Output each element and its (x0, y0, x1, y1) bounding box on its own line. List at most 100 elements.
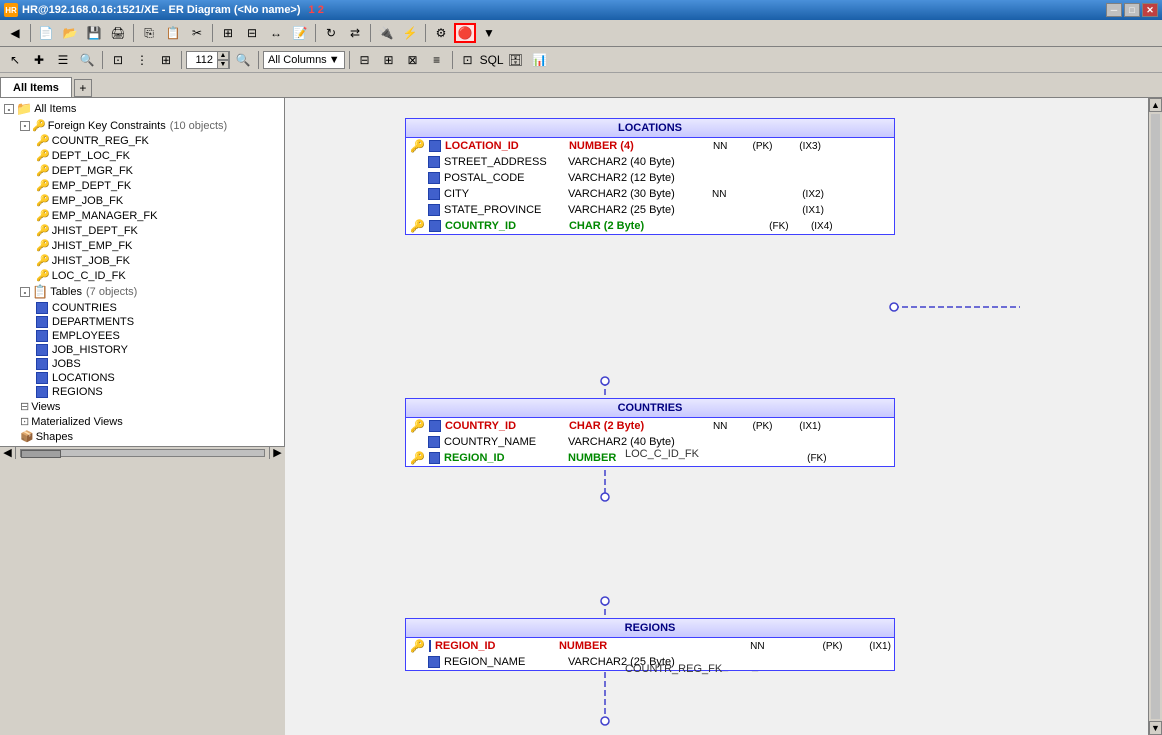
tab-all-items[interactable]: All Items (0, 77, 72, 97)
zoom-value: 112 (187, 54, 217, 66)
fk-item-jhist_dept_fk[interactable]: 🔑 JHIST_DEPT_FK (36, 223, 280, 238)
zoom-search-btn[interactable]: 🔍 (232, 50, 254, 70)
active-btn[interactable]: 🔴 (454, 23, 476, 43)
zoom-down[interactable]: ▼ (217, 60, 229, 69)
table-item-jobs[interactable]: JOBS (36, 357, 280, 371)
scroll-right[interactable]: ▶ (269, 447, 285, 459)
table-item-employees[interactable]: EMPLOYEES (36, 329, 280, 343)
content-area[interactable]: LOC_C_ID_FK COUNTR_REG_FK LOCATIONS 🔑 LO… (285, 98, 1162, 735)
scroll-thumb[interactable] (21, 450, 61, 458)
add-note-btn[interactable]: 📝 (289, 23, 311, 43)
connect-btn[interactable]: 🔌 (375, 23, 397, 43)
db-btn[interactable]: 🗄 (505, 50, 527, 70)
views-label: Views (31, 401, 60, 413)
table-locations[interactable]: LOCATIONS 🔑 LOCATION_ID NUMBER (4) NN (P… (405, 118, 895, 235)
scroll-down-btn[interactable]: ▼ (1149, 721, 1162, 735)
disconnect-btn[interactable]: ⚡ (399, 23, 421, 43)
cut-btn[interactable]: ✂ (186, 23, 208, 43)
minimize-button[interactable]: ─ (1106, 3, 1122, 17)
back-btn[interactable]: ◀ (4, 23, 26, 43)
fk-item-countr_reg_fk[interactable]: 🔑 COUNTR_REG_FK (36, 133, 280, 148)
layout-tool[interactable]: ⊞ (155, 50, 177, 70)
save-btn[interactable]: 💾 (83, 23, 105, 43)
vertical-scrollbar[interactable]: ▲ ▼ (1148, 98, 1162, 735)
regions-row-region-id[interactable]: 🔑 REGION_ID NUMBER NN (PK) (IX1) (406, 638, 894, 654)
maximize-button[interactable]: □ (1124, 3, 1140, 17)
refresh-btn[interactable]: ↻ (320, 23, 342, 43)
fk-item-emp_dept_fk[interactable]: 🔑 EMP_DEPT_FK (36, 178, 280, 193)
locations-row-state-province[interactable]: STATE_PROVINCE VARCHAR2 (25 Byte) (IX1) (406, 202, 894, 218)
zoom-up[interactable]: ▲ (217, 51, 229, 60)
sep2 (133, 24, 134, 42)
fk-item-dept_loc_fk[interactable]: 🔑 DEPT_LOC_FK (36, 148, 280, 163)
tab-add-button[interactable]: + (74, 79, 92, 97)
table-item-countries[interactable]: COUNTRIES (36, 301, 280, 315)
tables-expand[interactable]: - (20, 287, 30, 297)
col-filter-label: All Columns (268, 54, 327, 66)
export-btn[interactable]: ⊡ (457, 50, 479, 70)
add-view-btn[interactable]: ⊟ (241, 23, 263, 43)
table-item-regions[interactable]: REGIONS (36, 385, 280, 399)
locations-row-postal-code[interactable]: POSTAL_CODE VARCHAR2 (12 Byte) (406, 170, 894, 186)
sidebar-fk-section[interactable]: - 🔑 Foreign Key Constraints (10 objects) (20, 118, 280, 133)
settings-btn[interactable]: ⚙ (430, 23, 452, 43)
col-type-cname: VARCHAR2 (40 Byte) (568, 436, 708, 448)
more-btn[interactable]: ▼ (478, 23, 500, 43)
locations-row-city[interactable]: CITY VARCHAR2 (30 Byte) NN (IX2) (406, 186, 894, 202)
col-pk-cid: (PK) (747, 421, 777, 432)
locations-row-location-id[interactable]: 🔑 LOCATION_ID NUMBER (4) NN (PK) (IX3) (406, 138, 894, 154)
print-btn[interactable]: 🖨 (107, 23, 129, 43)
report-btn[interactable]: 📊 (529, 50, 551, 70)
open-btn[interactable]: 📂 (59, 23, 81, 43)
sidebar-root[interactable]: - 📁 All Items (4, 100, 280, 118)
format-btn4[interactable]: ≡ (426, 50, 448, 70)
fk-item-jhist_job_fk[interactable]: 🔑 JHIST_JOB_FK (36, 253, 280, 268)
root-label: All Items (34, 103, 76, 115)
sql-btn[interactable]: SQL (481, 50, 503, 70)
scroll-left[interactable]: ◀ (0, 447, 16, 459)
fk-item-emp_manager_fk[interactable]: 🔑 EMP_MANAGER_FK (36, 208, 280, 223)
table-item-job-history[interactable]: JOB_HISTORY (36, 343, 280, 357)
sidebar-shapes-section[interactable]: 📦 Shapes (20, 429, 280, 444)
key-icon-gold-c3: 🔑 (410, 451, 425, 465)
sync-btn[interactable]: ⇄ (344, 23, 366, 43)
distribute-tool[interactable]: ⋮ (131, 50, 153, 70)
select-tool[interactable]: ↖ (4, 50, 26, 70)
sidebar-views-section[interactable]: ⊟ Views (20, 399, 280, 414)
paste-btn[interactable]: 📋 (162, 23, 184, 43)
col-idx-country-id: (IX4) (793, 221, 833, 232)
fk-item-jhist_emp_fk[interactable]: 🔑 JHIST_EMP_FK (36, 238, 280, 253)
format-btn1[interactable]: ⊟ (354, 50, 376, 70)
fk-item-loc_c_id_fk[interactable]: 🔑 LOC_C_ID_FK (36, 268, 280, 283)
sep4 (315, 24, 316, 42)
close-button[interactable]: ✕ (1142, 3, 1158, 17)
sidebar-tables-section[interactable]: - 📋 Tables (7 objects) (20, 283, 280, 301)
format-btn2[interactable]: ⊞ (378, 50, 400, 70)
copy-btn[interactable]: ⎘ (138, 23, 160, 43)
sep5 (370, 24, 371, 42)
countries-row-country-id[interactable]: 🔑 COUNTRY_ID CHAR (2 Byte) NN (PK) (IX1) (406, 418, 894, 434)
scroll-up-btn[interactable]: ▲ (1149, 98, 1162, 112)
table-item-locations[interactable]: LOCATIONS (36, 371, 280, 385)
format-btn3[interactable]: ⊠ (402, 50, 424, 70)
sidebar-scrollbar[interactable]: ◀ ▶ (0, 446, 285, 458)
new-btn[interactable]: 📄 (35, 23, 57, 43)
col-name-cname: COUNTRY_NAME (444, 436, 564, 448)
zoom-tool-in[interactable]: 🔍 (76, 50, 98, 70)
align-tool[interactable]: ⊡ (107, 50, 129, 70)
col-filter-dropdown[interactable]: All Columns ▼ (263, 51, 345, 69)
locations-row-country-id[interactable]: 🔑 COUNTRY_ID CHAR (2 Byte) (FK) (IX4) (406, 218, 894, 234)
add-rel-btn[interactable]: ↔ (265, 23, 287, 43)
fk-item-emp_job_fk[interactable]: 🔑 EMP_JOB_FK (36, 193, 280, 208)
tables-section-label: Tables (50, 286, 82, 298)
pointer-tool[interactable]: ✚ (28, 50, 50, 70)
root-expand[interactable]: - (4, 104, 14, 114)
fk-item-dept_mgr_fk[interactable]: 🔑 DEPT_MGR_FK (36, 163, 280, 178)
sidebar-matviews-section[interactable]: ⊡ Materialized Views (20, 414, 280, 429)
hand-tool[interactable]: ☰ (52, 50, 74, 70)
locations-row-street-address[interactable]: STREET_ADDRESS VARCHAR2 (40 Byte) (406, 154, 894, 170)
add-table-btn[interactable]: ⊞ (217, 23, 239, 43)
table-item-departments[interactable]: DEPARTMENTS (36, 315, 280, 329)
fk-expand[interactable]: - (20, 121, 30, 131)
matviews-label: Materialized Views (31, 416, 123, 428)
